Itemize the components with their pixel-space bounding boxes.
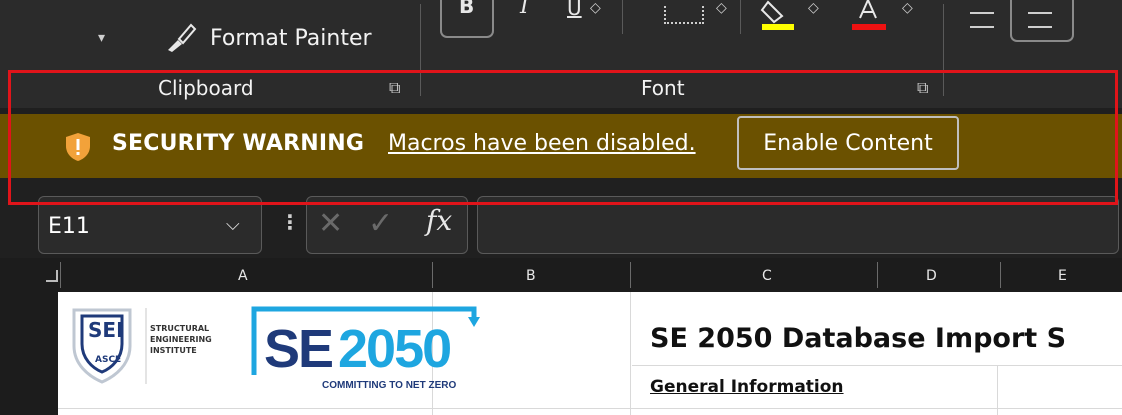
font-dialog-launcher-icon[interactable]: ⧉ bbox=[917, 78, 928, 98]
more-options-icon[interactable]: ⋮ bbox=[280, 210, 300, 234]
sei-logo-line-1: STRUCTURAL bbox=[150, 324, 210, 333]
underline-icon[interactable]: U bbox=[567, 0, 582, 20]
column-header-row bbox=[0, 258, 1122, 292]
name-box-value: E11 bbox=[48, 214, 90, 239]
cancel-icon[interactable]: ✕ bbox=[318, 206, 343, 241]
format-painter-button[interactable] bbox=[164, 20, 198, 58]
column-header-b[interactable]: B bbox=[526, 268, 536, 284]
enable-content-button[interactable]: Enable Content bbox=[737, 116, 959, 170]
sei-badge-text: SEI bbox=[88, 318, 124, 342]
grid-line bbox=[632, 365, 1122, 366]
paint-bucket-icon bbox=[760, 0, 794, 30]
column-header-c[interactable]: C bbox=[762, 268, 772, 284]
ribbon-divider bbox=[740, 0, 741, 34]
name-box-dropdown-icon[interactable]: ⌵ bbox=[226, 214, 240, 235]
clipboard-dialog-launcher-icon[interactable]: ⧉ bbox=[389, 78, 400, 98]
ribbon-collapse-chevron-icon[interactable]: ▾ bbox=[98, 30, 105, 46]
row-header-column bbox=[0, 292, 58, 415]
column-header-e[interactable]: E bbox=[1058, 268, 1067, 284]
general-information-heading[interactable]: General Information bbox=[650, 377, 844, 397]
ribbon-group-divider bbox=[420, 4, 421, 96]
asce-badge-text: ASCE bbox=[95, 355, 122, 365]
ribbon-divider bbox=[622, 0, 623, 34]
insert-function-icon[interactable]: fx bbox=[426, 204, 452, 237]
enter-check-icon[interactable]: ✓ bbox=[368, 206, 393, 241]
column-divider bbox=[432, 262, 433, 288]
bold-button[interactable]: B bbox=[440, 0, 494, 38]
column-divider bbox=[1000, 262, 1001, 288]
italic-icon[interactable]: I bbox=[520, 0, 529, 19]
select-all-corner[interactable] bbox=[46, 270, 58, 282]
shield-warning-icon bbox=[64, 132, 92, 166]
column-divider bbox=[60, 262, 61, 288]
macros-disabled-link[interactable]: Macros have been disabled. bbox=[388, 131, 696, 156]
se2050-tagline: COMMITTING TO NET ZERO bbox=[322, 380, 457, 391]
bold-icon: B bbox=[459, 0, 475, 18]
sei-logo-line-2: ENGINEERING bbox=[150, 335, 212, 344]
sei-logo-line-3: INSTITUTE bbox=[150, 346, 197, 355]
column-header-a[interactable]: A bbox=[238, 268, 248, 284]
ribbon-group-divider bbox=[943, 4, 944, 96]
borders-icon[interactable] bbox=[664, 6, 704, 24]
fill-color-button[interactable] bbox=[760, 0, 800, 38]
se2050-logo-se: SE bbox=[264, 319, 334, 379]
column-divider bbox=[877, 262, 878, 288]
align-center-button[interactable] bbox=[1010, 0, 1074, 42]
font-color-dropdown-icon[interactable]: ◇ bbox=[902, 0, 913, 16]
fill-color-dropdown-icon[interactable]: ◇ bbox=[808, 0, 819, 16]
font-color-icon bbox=[852, 0, 886, 30]
se2050-logo-number: 2050 bbox=[338, 319, 452, 379]
align-left-icon[interactable] bbox=[970, 12, 994, 28]
security-warning-title: SECURITY WARNING bbox=[112, 131, 365, 156]
formula-input[interactable] bbox=[477, 196, 1119, 254]
clipboard-group-label: Clipboard bbox=[158, 76, 254, 100]
column-header-d[interactable]: D bbox=[926, 268, 937, 284]
grid-line bbox=[58, 408, 1122, 409]
column-divider bbox=[630, 262, 631, 288]
underline-dropdown-icon[interactable]: ◇ bbox=[590, 0, 601, 16]
font-group-label: Font bbox=[641, 76, 685, 100]
grid-line bbox=[630, 292, 631, 415]
sheet-title-cell[interactable]: SE 2050 Database Import S bbox=[650, 323, 1066, 354]
format-painter-label: Format Painter bbox=[210, 26, 372, 51]
font-color-button[interactable] bbox=[850, 0, 890, 38]
align-center-icon bbox=[1028, 12, 1052, 28]
paintbrush-icon bbox=[168, 23, 197, 52]
borders-dropdown-icon[interactable]: ◇ bbox=[716, 0, 727, 16]
